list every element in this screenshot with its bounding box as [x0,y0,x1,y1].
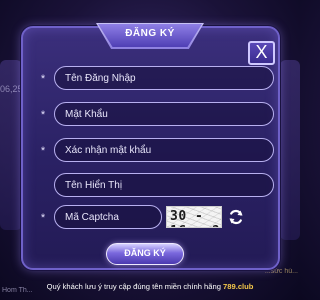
password-field[interactable]: Mật Khẩu [54,102,274,126]
required-mark-username: * [40,73,46,85]
close-button[interactable]: X [248,41,275,65]
domain-notice: Quý khách lưu ý truy cập đúng tên miền c… [0,282,300,296]
official-domain: 789.club [223,282,254,291]
username-placeholder: Tên Đăng Nhập [65,72,136,84]
display-name-field[interactable]: Tên Hiển Thị [54,173,274,197]
background-card-right [280,60,300,240]
modal-title: ĐĂNG KÝ [125,28,175,39]
register-submit-button[interactable]: ĐĂNG KÝ [106,243,184,265]
required-mark-password: * [40,109,46,121]
captcha-image: 30 - 16 = ? [166,206,222,228]
captcha-image-text: 30 - 16 = ? [170,209,219,227]
refresh-icon[interactable] [228,209,244,225]
confirm-password-field[interactable]: Xác nhận mật khẩu [54,138,274,162]
required-mark-confirm-password: * [40,145,46,157]
captcha-field[interactable]: Mã Captcha [54,205,162,229]
captcha-placeholder: Mã Captcha [65,211,119,223]
domain-notice-text: Quý khách lưu ý truy cập đúng tên miền c… [46,282,224,291]
confirm-password-placeholder: Xác nhận mật khẩu [65,144,152,156]
username-field[interactable]: Tên Đăng Nhập [54,66,274,90]
display-name-placeholder: Tên Hiển Thị [65,179,123,191]
password-placeholder: Mật Khẩu [65,108,108,120]
required-mark-captcha: * [40,212,46,224]
